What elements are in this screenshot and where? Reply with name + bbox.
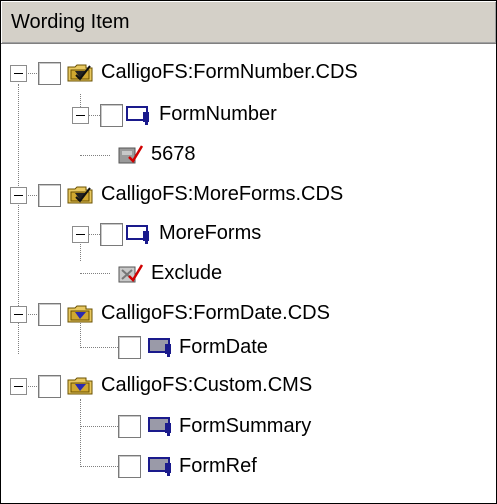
item-checkbox[interactable] (100, 223, 123, 246)
tree-item-label[interactable]: FormRef (179, 454, 257, 478)
item-checkbox[interactable] (118, 336, 141, 359)
folder-form-icon (66, 301, 94, 325)
item-checkbox[interactable] (100, 104, 123, 127)
field-icon (147, 334, 175, 358)
tree-line (80, 426, 118, 427)
tree-item-label[interactable]: Exclude (151, 261, 222, 285)
field-icon (147, 453, 175, 477)
value-icon (116, 261, 144, 285)
tree-item-label[interactable]: 5678 (151, 142, 196, 166)
tree-line (80, 273, 110, 274)
tree-line (88, 115, 100, 116)
field-icon (147, 413, 175, 437)
field-icon (125, 221, 153, 245)
field-icon (125, 102, 153, 126)
folder-form-icon (66, 60, 94, 84)
folder-form-icon (66, 373, 94, 397)
item-checkbox[interactable] (38, 184, 61, 207)
tree-view[interactable]: CalligoFS:FormNumber.CDS FormNumber 5678 (1, 44, 496, 503)
item-checkbox[interactable] (118, 415, 141, 438)
collapse-toggle[interactable] (10, 187, 27, 204)
column-header-label: Wording Item (11, 11, 130, 33)
tree-item-label[interactable]: FormNumber (159, 102, 277, 126)
tree-line (88, 234, 100, 235)
folder-form-icon (66, 182, 94, 206)
collapse-toggle[interactable] (72, 107, 89, 124)
tree-item-label[interactable]: CalligoFS:Custom.CMS (101, 373, 312, 397)
tree-line (80, 155, 110, 156)
item-checkbox[interactable] (38, 375, 61, 398)
collapse-toggle[interactable] (72, 226, 89, 243)
wording-item-panel: Wording Item CalligoFS:FormNumber.CDS Fo… (0, 0, 497, 504)
collapse-toggle[interactable] (10, 306, 27, 323)
tree-item-label[interactable]: FormSummary (179, 414, 311, 438)
tree-item-label[interactable]: CalligoFS:FormDate.CDS (101, 301, 330, 325)
collapse-toggle[interactable] (10, 378, 27, 395)
tree-item-label[interactable]: FormDate (179, 335, 268, 359)
tree-item-label[interactable]: CalligoFS:MoreForms.CDS (101, 182, 343, 206)
tree-item-label[interactable]: MoreForms (159, 221, 261, 245)
item-checkbox[interactable] (38, 303, 61, 326)
item-checkbox[interactable] (118, 455, 141, 478)
tree-line (80, 347, 118, 348)
item-checkbox[interactable] (38, 62, 61, 85)
tree-line (80, 466, 118, 467)
tree-line (80, 399, 81, 467)
collapse-toggle[interactable] (10, 65, 27, 82)
tree-item-label[interactable]: CalligoFS:FormNumber.CDS (101, 60, 358, 84)
value-icon (116, 142, 144, 166)
column-header[interactable]: Wording Item (1, 1, 496, 44)
